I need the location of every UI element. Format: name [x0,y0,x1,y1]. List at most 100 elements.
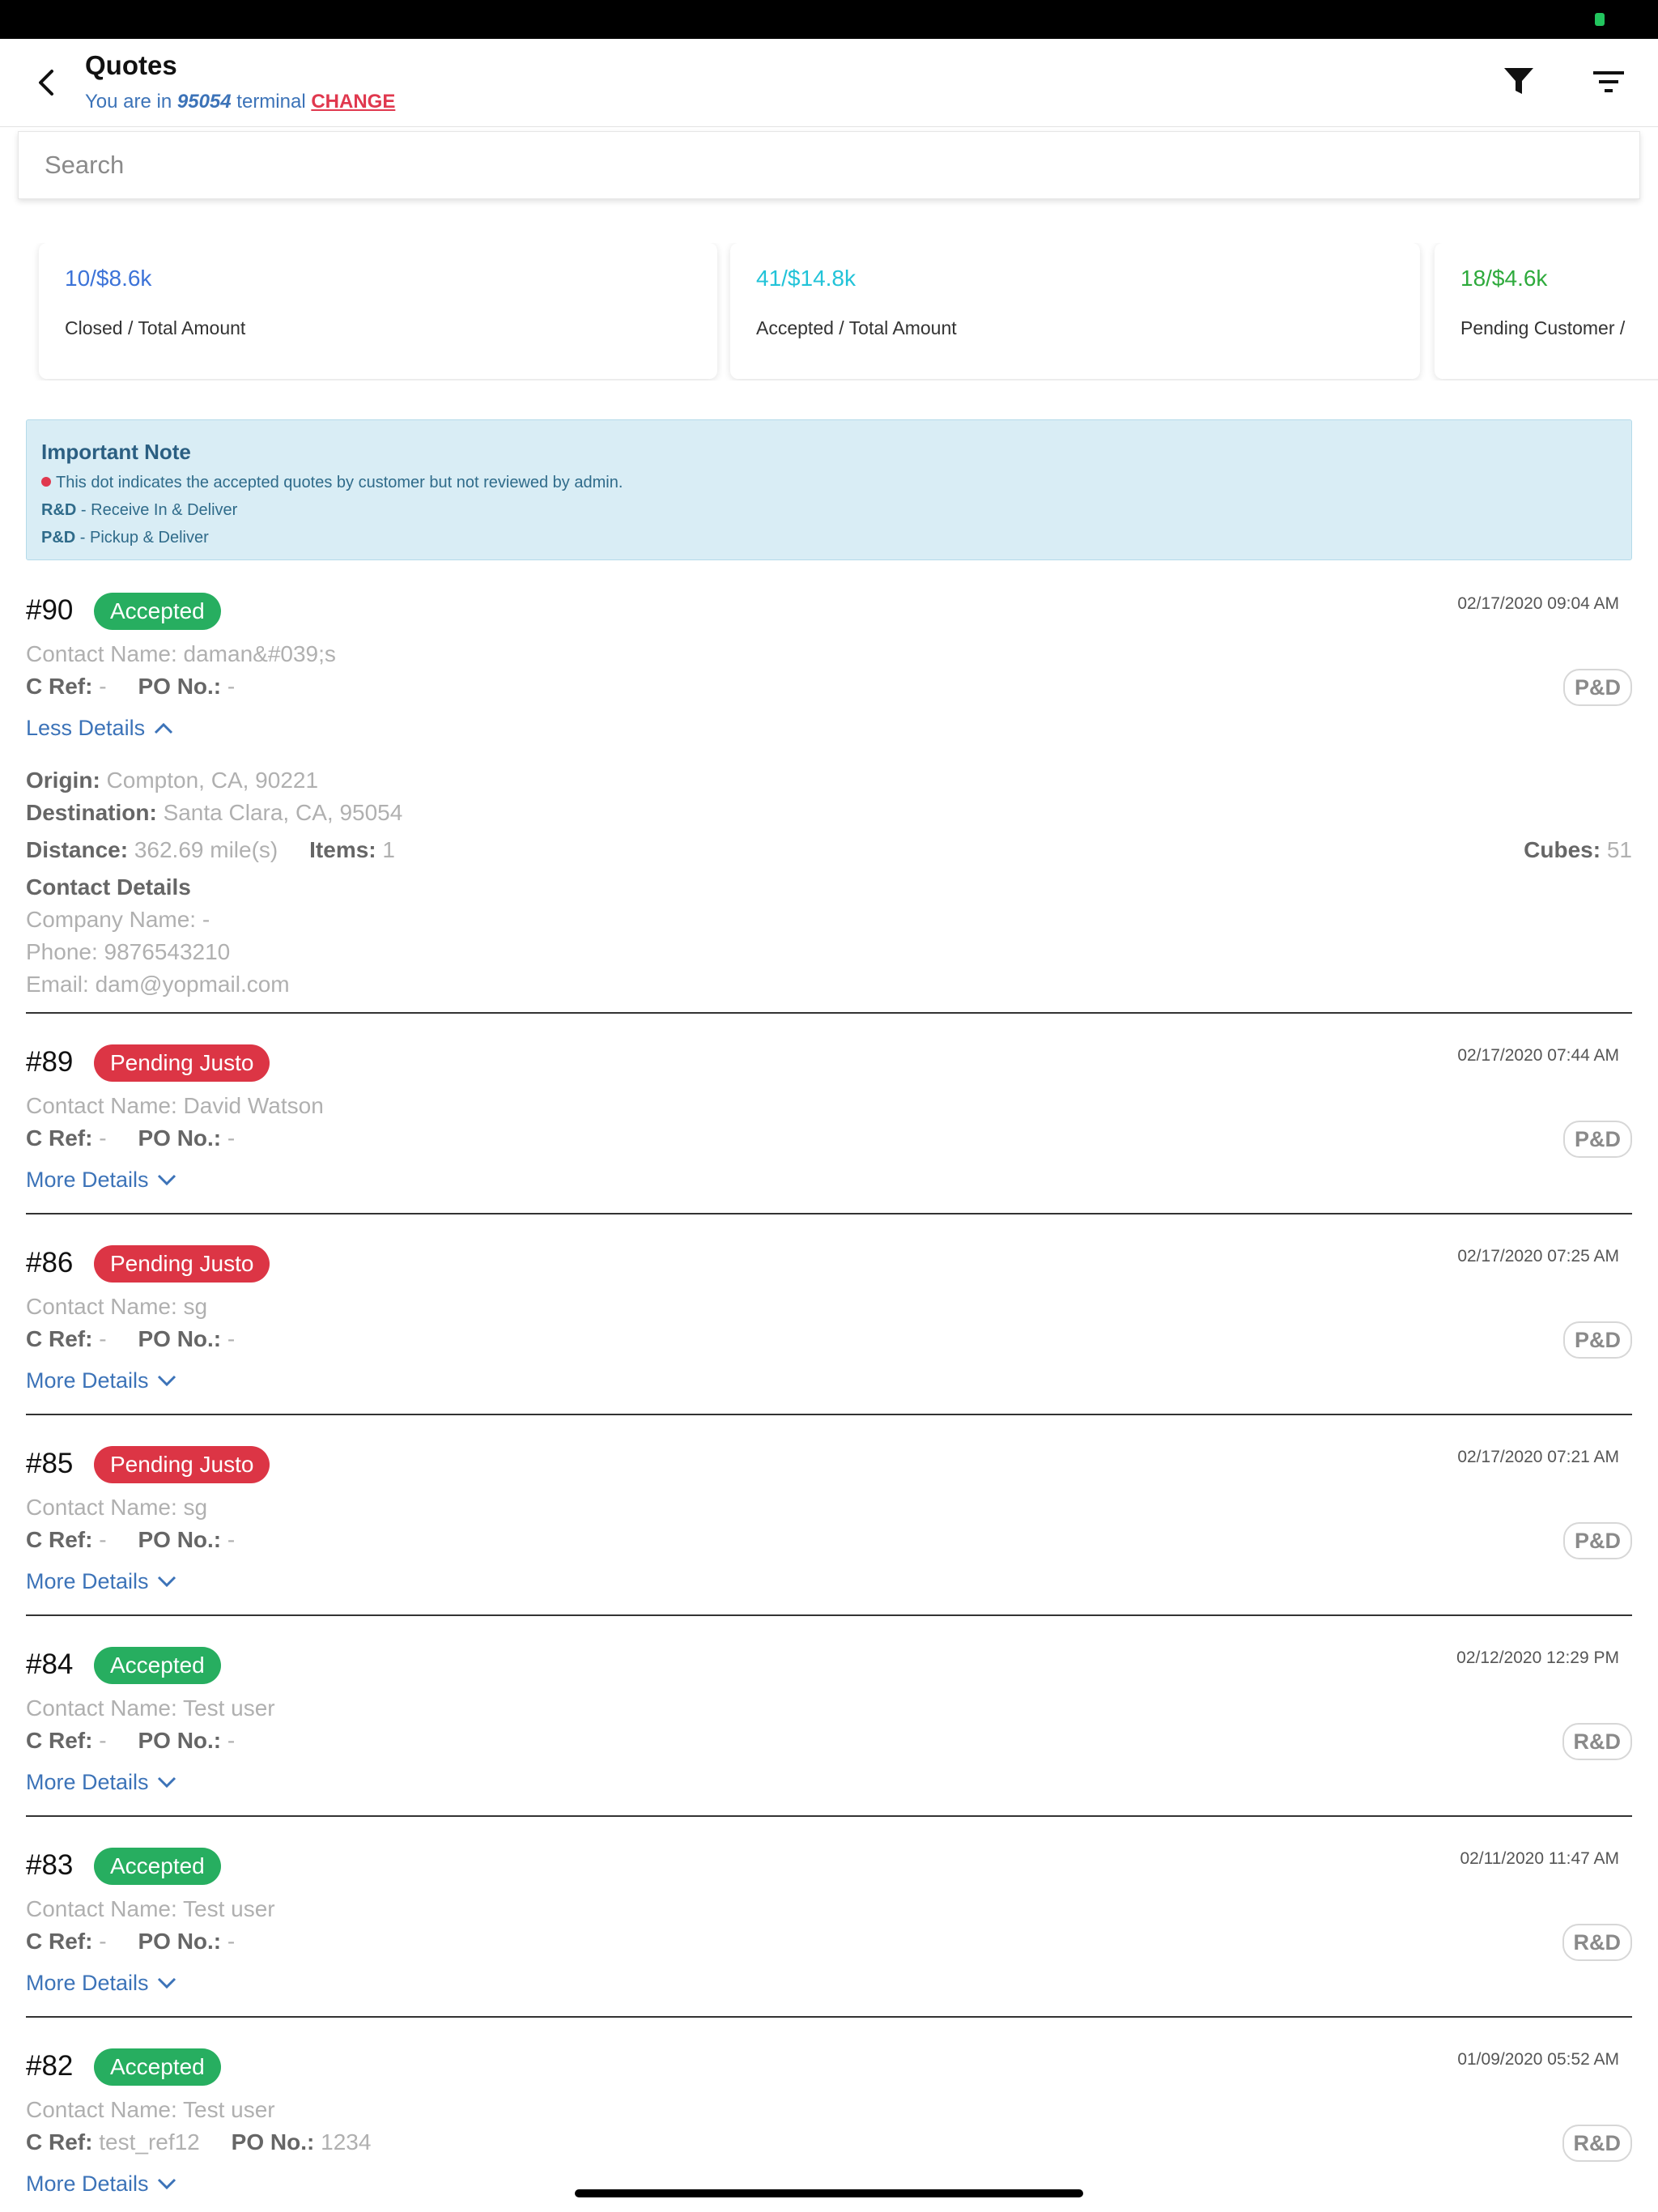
summary-value: 18/$4.6k [1460,266,1548,291]
quote-date: 02/17/2020 07:44 AM [1457,1046,1619,1065]
ref-line: C Ref: - PO No.: - [26,1125,235,1151]
toggle-label: More Details [26,1368,149,1393]
toggle-label: More Details [26,1971,149,1995]
more-details-toggle[interactable]: More Details [26,1971,177,1996]
chevron-down-icon [158,1977,176,1989]
note-title: Important Note [41,440,191,464]
filter-icon[interactable] [1503,65,1535,97]
more-details-toggle[interactable]: More Details [26,2172,177,2197]
po-label: PO No.: [138,674,222,699]
back-icon[interactable] [32,68,62,97]
status-badge: Accepted [94,1647,221,1684]
change-terminal-link[interactable]: CHANGE [311,91,395,113]
service-tag: R&D [1562,1924,1632,1961]
summary-label: Closed / Total Amount [65,317,246,338]
summary-cards: 10/$8.6k Closed / Total Amount 41/$14.8k… [0,243,1658,381]
po-value: - [227,1929,236,1954]
po-value: - [227,1728,236,1753]
note-dot-text: This dot indicates the accepted quotes b… [56,474,623,491]
ref-line: C Ref: - PO No.: - [26,1929,235,1955]
important-note: Important Note This dot indicates the ac… [26,419,1632,560]
po-value: - [227,1125,236,1151]
home-indicator [575,2189,1083,2197]
divider [26,1414,1632,1415]
more-details-toggle[interactable]: More Details [26,1368,177,1393]
contact-name: Contact Name: Test user [26,1896,275,1921]
sort-icon[interactable] [1592,68,1626,96]
toggle-label: More Details [26,1569,149,1593]
page-title: Quotes [85,50,177,80]
summary-value: 41/$14.8k [756,266,856,291]
summary-card-pending[interactable]: 18/$4.6k Pending Customer / [1435,243,1658,379]
app-header: Quotes You are in 95054 terminal CHANGE [0,39,1658,127]
distance-label: Distance: [26,837,129,862]
divider [26,1213,1632,1214]
quote-number: #84 [26,1648,74,1680]
po-value: 1234 [321,2129,372,2155]
origin-value: Compton, CA, 90221 [106,768,319,793]
cref-label: C Ref: [26,1326,93,1351]
chevron-down-icon [158,1174,176,1186]
contact-name: Contact Name: Test user [26,2097,275,2122]
status-badge: Pending Justo [94,1245,270,1283]
more-details-toggle[interactable]: More Details [26,1168,177,1193]
divider [26,1012,1632,1014]
note-pd-line: P&D - Pickup & Deliver [41,526,1617,549]
terminal-number: 95054 [176,91,232,113]
company-name: Company Name: - [26,907,210,932]
note-pd-text: - Pickup & Deliver [79,529,209,547]
po-value: - [227,674,236,699]
quote-date: 02/12/2020 12:29 PM [1456,1648,1619,1667]
ref-line: C Ref: test_ref12 PO No.: 1234 [26,2129,371,2155]
cref-label: C Ref: [26,1728,93,1753]
note-pd-code: P&D [41,529,76,547]
divider [26,2016,1632,2018]
ref-line: C Ref: - PO No.: - [26,1527,235,1553]
quote-date: 02/11/2020 11:47 AM [1460,1849,1619,1868]
service-tag: P&D [1562,669,1632,706]
service-tag: P&D [1562,1321,1632,1359]
terminal-prefix: You are in [85,91,172,113]
red-dot-icon [41,477,51,487]
quote-number: #86 [26,1247,74,1278]
less-details-toggle[interactable]: Less Details [26,716,174,741]
distance-value: 362.69 mile(s) [134,837,278,862]
po-value: - [227,1527,236,1552]
note-dot-line: This dot indicates the accepted quotes b… [41,471,1617,494]
quote-date: 02/17/2020 09:04 AM [1457,594,1619,613]
terminal-info: You are in 95054 terminal CHANGE [85,91,395,113]
chevron-down-icon [158,2178,176,2190]
summary-card-closed[interactable]: 10/$8.6k Closed / Total Amount [39,243,717,379]
quote-date: 01/09/2020 05:52 AM [1457,2050,1619,2069]
distance-line: Distance: 362.69 mile(s) Items: 1 [26,837,395,863]
status-badge: Accepted [94,1848,221,1885]
po-label: PO No.: [138,1527,222,1552]
quote-number: #85 [26,1448,74,1479]
contact-name: Contact Name: sg [26,1495,208,1520]
cref-label: C Ref: [26,1929,93,1954]
more-details-toggle[interactable]: More Details [26,1569,177,1594]
more-details-toggle[interactable]: More Details [26,1770,177,1795]
contact-name: Contact Name: David Watson [26,1093,324,1118]
quote-number: #89 [26,1046,74,1078]
note-rd-text: - Receive In & Deliver [80,501,238,519]
divider [26,1614,1632,1616]
summary-value: 10/$8.6k [65,266,152,291]
cref-value: - [99,1929,107,1954]
cubes-line: Cubes: 51 [1524,837,1632,863]
toggle-label: More Details [26,2172,149,2196]
ref-line: C Ref: - PO No.: - [26,1728,235,1754]
toggle-label: More Details [26,1168,149,1192]
summary-card-accepted[interactable]: 41/$14.8k Accepted / Total Amount [730,243,1420,379]
search-input[interactable] [19,132,1639,198]
cref-label: C Ref: [26,1527,93,1552]
battery-icon [1595,13,1605,26]
origin-label: Origin: [26,768,100,793]
summary-label: Accepted / Total Amount [756,317,957,338]
cref-value: - [99,674,107,699]
po-label: PO No.: [138,1929,222,1954]
terminal-suffix: terminal [236,91,306,113]
service-tag: P&D [1562,1522,1632,1559]
quote-number: #90 [26,594,74,626]
divider [26,1815,1632,1817]
